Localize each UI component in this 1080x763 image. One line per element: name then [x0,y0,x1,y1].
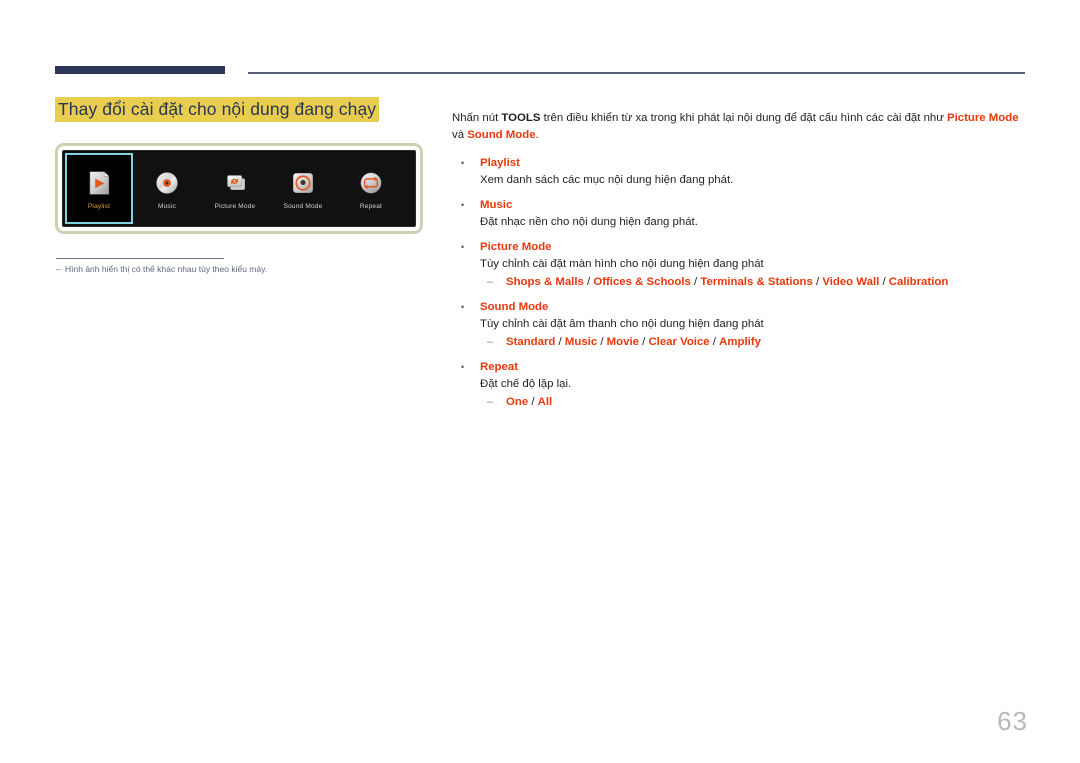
list-item: Repeat Đặt chế độ lặp lại. One / All [452,359,1028,411]
music-disc-icon [156,171,178,194]
list-item: Sound Mode Tùy chỉnh cài đặt âm thanh ch… [452,299,1028,351]
setting-description: Xem danh sách các mục nội dung hiện đang… [480,173,734,186]
setting-options-list: Standard / Music / Movie / Clear Voice /… [480,334,1028,351]
setting-title: Sound Mode [480,300,549,313]
header-rule-thin [248,72,1025,74]
intro-part2: trên điều khiển từ xa trong khi phát lại… [540,112,948,125]
osd-tile-picture-mode[interactable]: Picture Mode [201,151,269,226]
osd-tile-label: Repeat [359,202,383,210]
intro-part1: Nhấn nút [452,112,502,125]
list-item: Standard / Music / Movie / Clear Voice /… [480,334,1028,351]
setting-options-list: One / All [480,394,1028,411]
playlist-page-play-icon [89,170,110,195]
intro-part4: . [535,128,539,141]
page-title: Thay đổi cài đặt cho nội dung đang chạy [55,97,380,122]
setting-options: Standard / Music / Movie / Clear Voice /… [506,335,761,348]
content-column: Nhấn nút TOOLS trên điều khiển từ xa tro… [452,99,1028,419]
setting-options: Shops & Malls / Offices & Schools / Term… [506,275,949,288]
intro-sound-mode: Sound Mode [467,128,536,141]
tools-button-name: TOOLS [501,112,541,125]
list-item: Shops & Malls / Offices & Schools / Term… [480,274,1028,291]
footnote-divider [56,258,224,259]
page-number: 63 [997,706,1028,736]
osd-tile-playlist[interactable]: Playlist [65,153,133,224]
repeat-loop-icon [360,172,382,193]
sound-mode-speaker-icon [293,172,313,193]
list-item: Music Đặt nhạc nền cho nội dung hiện đan… [452,197,1028,231]
osd-tile-repeat[interactable]: Repeat [337,151,405,226]
setting-description: Tùy chỉnh cài đặt màn hình cho nội dung … [480,257,764,270]
intro-part3: và [452,128,468,141]
setting-description: Đặt nhạc nền cho nội dung hiện đang phát… [480,215,698,228]
setting-description: Đặt chế độ lặp lại. [480,377,572,390]
osd-tile-label: Music [158,202,176,210]
setting-title: Music [480,198,513,211]
setting-options: One / All [506,395,553,408]
setting-title: Playlist [480,156,520,169]
header-rule-thick [55,66,225,74]
osd-tile-label: Picture Mode [214,202,256,210]
setting-options-list: Shops & Malls / Offices & Schools / Term… [480,274,1028,291]
device-osd-bar: Playlist Music Picture Mode Sound Mode R… [62,150,416,227]
settings-list: Playlist Xem danh sách các mục nội dung … [452,155,1028,411]
picture-mode-refresh-icon [227,174,245,190]
list-item: One / All [480,394,1028,411]
list-item: Picture Mode Tùy chỉnh cài đặt màn hình … [452,239,1028,291]
osd-tile-label: Sound Mode [283,202,323,210]
intro-paragraph: Nhấn nút TOOLS trên điều khiển từ xa tro… [452,110,1028,143]
osd-tile-label: Playlist [87,202,111,210]
footnote: – Hình ảnh hiển thị có thể khác nhau tùy … [56,263,267,276]
header-rule [55,66,1025,75]
list-item: Playlist Xem danh sách các mục nội dung … [452,155,1028,189]
osd-tile-music[interactable]: Music [133,151,201,226]
device-screen-mockup: Playlist Music Picture Mode Sound Mode R… [55,143,423,234]
setting-title: Picture Mode [480,240,552,253]
footnote-text: Hình ảnh hiển thị có thể khác nhau tùy t… [65,264,268,274]
setting-title: Repeat [480,360,518,373]
footnote-dash: – [56,264,61,274]
intro-picture-mode: Picture Mode [947,112,1019,125]
osd-tile-sound-mode[interactable]: Sound Mode [269,151,337,226]
setting-description: Tùy chỉnh cài đặt âm thanh cho nội dung … [480,317,764,330]
